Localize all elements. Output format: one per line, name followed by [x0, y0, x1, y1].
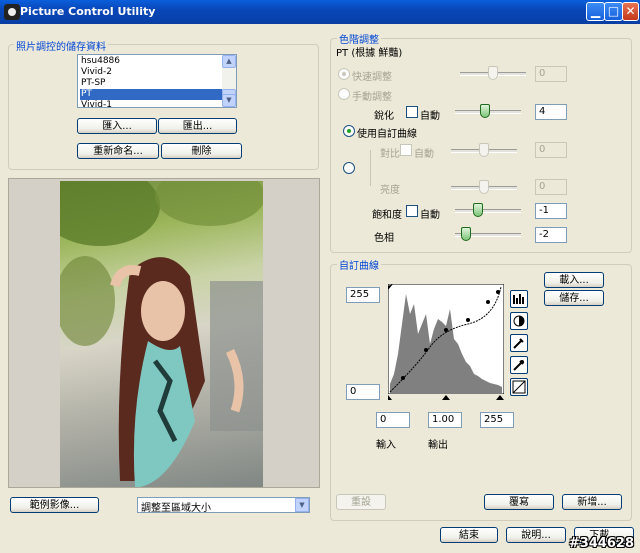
sharpen-thumb[interactable]	[480, 104, 490, 118]
window-title: Picture Control Utility	[20, 5, 156, 18]
brightness-thumb[interactable]	[479, 180, 489, 194]
histogram-icon[interactable]	[510, 290, 528, 308]
brightness-value[interactable]: 0	[535, 179, 567, 195]
contrast-auto-label: 自動	[414, 149, 434, 160]
list-item[interactable]: Vivid-1	[80, 100, 223, 107]
import-button[interactable]: 匯入...	[77, 118, 157, 134]
scroll-up-icon[interactable]: ▲	[222, 55, 236, 68]
list-item-selected[interactable]: PT	[80, 89, 223, 100]
sample-image-button[interactable]: 範例影像...	[10, 497, 99, 513]
brightness-label: 亮度	[380, 185, 400, 196]
rename-button[interactable]: 重新命名...	[77, 143, 159, 159]
custom-curve-legend: 自訂曲線	[337, 257, 381, 272]
chevron-down-icon[interactable]: ▼	[295, 498, 309, 512]
preview-image	[60, 181, 263, 487]
saturation-auto-label: 自動	[420, 210, 440, 221]
custom-curve-label: 使用自訂曲線	[357, 129, 417, 140]
linear-curve-icon[interactable]	[510, 378, 528, 396]
hue-label: 色相	[374, 233, 394, 244]
contrast-thumb[interactable]	[479, 143, 489, 157]
gamma-field[interactable]: 1.00	[428, 412, 462, 428]
quick-adjust-radio[interactable]	[338, 68, 350, 80]
watermark-text: #344628	[568, 536, 634, 551]
sharpen-auto-checkbox[interactable]	[406, 106, 418, 118]
custom-curve-radio[interactable]	[343, 125, 355, 137]
input-white-field[interactable]: 255	[480, 412, 514, 428]
reset-button[interactable]: 重設	[336, 494, 386, 510]
sharpen-label: 銳化	[374, 111, 394, 122]
overwrite-button[interactable]: 覆寫	[484, 494, 554, 510]
help-button[interactable]: 說明...	[506, 527, 566, 543]
input-black-field[interactable]: 0	[376, 412, 410, 428]
quick-adjust-value[interactable]: 0	[535, 66, 567, 82]
saved-settings-list[interactable]: hsu4886 Vivid-2 PT-SP PT Vivid-1 ▲ ▼	[77, 54, 237, 108]
app-icon	[4, 4, 20, 20]
histogram-curve-graph	[384, 283, 505, 400]
delete-button[interactable]: 刪除	[161, 143, 242, 159]
saturation-label: 飽和度	[372, 210, 402, 221]
save-curve-button[interactable]: 儲存...	[544, 290, 604, 306]
profile-name: PT (根據 鮮豔)	[336, 48, 403, 59]
hue-thumb[interactable]	[461, 227, 471, 241]
eyedropper-white-icon[interactable]	[510, 334, 528, 352]
saturation-auto-checkbox[interactable]	[406, 205, 418, 217]
output-max-field[interactable]: 255	[346, 287, 380, 303]
sharpen-value[interactable]: 4	[535, 104, 567, 120]
close-button[interactable]: 結束	[440, 527, 498, 543]
sharpen-auto-label: 自動	[420, 111, 440, 122]
zoom-select[interactable]: 調整至區域大小 ▼	[137, 497, 310, 514]
output-min-field[interactable]: 0	[346, 384, 380, 400]
hue-value[interactable]: -2	[535, 227, 567, 243]
contrast-brightness-radio[interactable]	[343, 162, 355, 174]
saturation-track[interactable]	[455, 209, 521, 213]
saturation-thumb[interactable]	[473, 203, 483, 217]
bracket-line	[370, 150, 371, 186]
list-item[interactable]: PT-SP	[80, 78, 223, 89]
contrast-label: 對比	[380, 149, 400, 160]
load-curve-button[interactable]: 載入...	[544, 272, 604, 288]
output-label: 輸出	[428, 440, 448, 451]
new-button[interactable]: 新增...	[562, 494, 622, 510]
export-button[interactable]: 匯出...	[158, 118, 237, 134]
minimize-button[interactable]: ▁	[586, 2, 605, 21]
manual-adjust-label: 手動調整	[352, 92, 392, 103]
scroll-down-icon[interactable]: ▼	[222, 94, 236, 107]
portrait-photo	[60, 181, 263, 487]
contrast-value[interactable]: 0	[535, 142, 567, 158]
eyedropper-black-icon[interactable]	[510, 356, 528, 374]
saturation-value[interactable]: -1	[535, 203, 567, 219]
list-item[interactable]: Vivid-2	[80, 67, 223, 78]
input-label: 輸入	[376, 440, 396, 451]
title-bar: Picture Control Utility ▁ □ ✕	[0, 0, 640, 24]
curve-editor[interactable]	[384, 283, 505, 400]
list-item[interactable]: hsu4886	[80, 56, 223, 67]
quick-adjust-thumb[interactable]	[488, 66, 498, 80]
close-window-button[interactable]: ✕	[622, 2, 639, 21]
list-scrollbar[interactable]: ▲ ▼	[222, 55, 236, 107]
contrast-auto-checkbox[interactable]	[400, 144, 412, 156]
saved-settings-legend: 照片調控的儲存資料	[14, 38, 108, 53]
preview-panel	[8, 178, 320, 488]
zoom-select-value: 調整至區域大小	[141, 503, 211, 514]
manual-adjust-radio[interactable]	[338, 88, 350, 100]
quick-adjust-label: 快速調整	[352, 72, 392, 83]
maximize-button[interactable]: □	[604, 2, 623, 21]
channel-icon[interactable]	[510, 312, 528, 330]
